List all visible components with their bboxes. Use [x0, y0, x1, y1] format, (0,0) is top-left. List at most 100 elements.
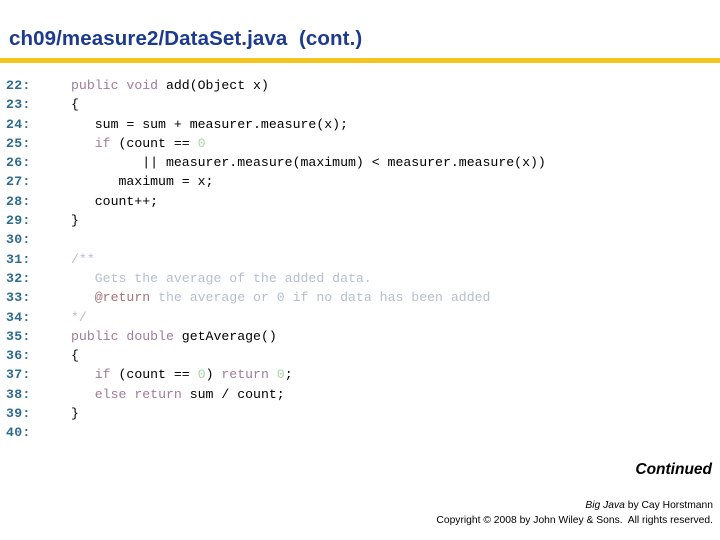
code-token: public: [71, 328, 119, 344]
code-token: 0: [276, 367, 285, 383]
code-line-text: */: [71, 308, 87, 327]
code-token: if: [94, 367, 111, 383]
code-line-number: 23:: [6, 97, 31, 113]
code-line-number: 40:: [6, 425, 31, 441]
code-token: the average or 0 if no data has been add…: [150, 290, 491, 306]
code-token: add(Object x): [158, 78, 269, 93]
code-line-number: 25:: [6, 135, 31, 151]
code-line-text: else return sum / count;: [71, 385, 285, 404]
code-token: ): [205, 367, 222, 383]
code-token: else: [94, 386, 127, 402]
code-line: 31: /**: [0, 250, 720, 269]
title-accent-rule: [0, 58, 720, 63]
code-token: return: [221, 367, 269, 383]
code-line: 26: || measurer.measure(maximum) < measu…: [0, 153, 720, 172]
code-line-text: || measurer.measure(maximum) < measurer.…: [71, 153, 546, 172]
code-line: 29:}: [0, 211, 720, 230]
code-line-text: sum = sum + measurer.measure(x);: [71, 115, 348, 134]
code-line: 25: if (count == 0: [0, 134, 720, 153]
code-token: (count ==: [110, 135, 198, 151]
code-token: || measurer.measure(maximum) < measurer.…: [71, 155, 546, 171]
code-line-number: 28:: [6, 193, 31, 209]
code-line-text: public double getAverage(): [71, 327, 277, 346]
code-line: 33: @return the average or 0 if no data …: [0, 288, 720, 307]
code-line-number: 36:: [6, 348, 31, 364]
code-line-text: {: [71, 346, 79, 365]
code-line-number: 31:: [6, 251, 31, 267]
code-line: 28: count++;: [0, 192, 720, 211]
code-line-number: 37:: [6, 367, 31, 383]
code-line-text: }: [71, 404, 79, 423]
code-line: 37: if (count == 0) return 0;: [0, 365, 720, 384]
code-line-text: count++;: [71, 192, 158, 211]
code-token: ;: [284, 367, 293, 383]
code-token: Gets the average of the added data.: [71, 270, 372, 286]
footer-credit: Big Java by Cay Horstmann: [0, 500, 713, 511]
code-token: (count ==: [110, 367, 198, 383]
code-token: return: [134, 386, 182, 402]
book-title: Big Java: [585, 500, 625, 511]
code-line-number: 22:: [6, 78, 31, 93]
code-line-text: public void add(Object x): [71, 76, 269, 95]
code-token: sum = sum + measurer.measure(x);: [71, 116, 348, 132]
code-line-number: 38:: [6, 386, 31, 402]
code-line-number: 33:: [6, 290, 31, 306]
book-author: by Cay Horstmann: [624, 500, 713, 511]
code-line-number: 27:: [6, 174, 31, 190]
code-line: 22: public void add(Object x): [0, 76, 720, 95]
code-line-text: @return the average or 0 if no data has …: [71, 288, 491, 307]
code-line-number: 34:: [6, 309, 31, 325]
code-line: 40:: [0, 423, 720, 442]
code-line: 23: {: [0, 95, 720, 114]
code-line: 38: else return sum / count;: [0, 385, 720, 404]
code-line: 35: public double getAverage(): [0, 327, 720, 346]
code-line: 24: sum = sum + measurer.measure(x);: [0, 115, 720, 134]
code-token: if: [94, 135, 111, 151]
code-line-number: 32:: [6, 270, 31, 286]
code-line-text: if (count == 0) return 0;: [71, 365, 293, 384]
code-line-number: 26:: [6, 155, 31, 171]
page-title: ch09/measure2/DataSet.java (cont.): [9, 27, 363, 50]
code-line: 36: {: [0, 346, 720, 365]
code-line: 27: maximum = x;: [0, 172, 720, 191]
code-token: getAverage(): [173, 328, 277, 344]
code-token: void: [126, 78, 159, 93]
code-token: count++;: [71, 193, 159, 209]
code-line-text: {: [71, 95, 79, 114]
code-token: {: [71, 97, 79, 113]
code-listing: 22: public void add(Object x) 23: {24: sum …: [0, 76, 720, 443]
code-token: public: [71, 78, 119, 93]
code-line-text: if (count == 0: [71, 134, 206, 153]
code-token: }: [71, 406, 79, 422]
code-line: 30:: [0, 230, 720, 249]
code-token: /**: [71, 251, 95, 267]
code-token: maximum = x;: [71, 174, 214, 190]
code-line-text: /**: [71, 250, 95, 269]
code-line-number: 39:: [6, 406, 31, 422]
code-token: sum / count;: [181, 386, 285, 402]
code-line-number: 30:: [6, 232, 31, 248]
code-line: 34: */: [0, 308, 720, 327]
code-token: 0: [197, 367, 206, 383]
code-line-number: 24:: [6, 116, 31, 132]
code-line-text: maximum = x;: [71, 172, 213, 191]
code-token: */: [71, 309, 87, 325]
code-line-text: }: [71, 211, 79, 230]
footer-copyright: Copyright © 2008 by John Wiley & Sons. A…: [436, 515, 713, 526]
code-line-text: Gets the average of the added data.: [71, 269, 372, 288]
code-line-number: 29:: [6, 213, 31, 229]
code-token: @return: [94, 290, 151, 306]
code-line: 39:}: [0, 404, 720, 423]
code-token: 0: [197, 135, 206, 151]
code-token: double: [126, 328, 174, 344]
continued-label: Continued: [635, 461, 712, 478]
code-token: }: [71, 213, 79, 229]
code-token: {: [71, 348, 79, 364]
code-line-number: 35:: [6, 328, 31, 344]
code-line: 32: Gets the average of the added data.: [0, 269, 720, 288]
